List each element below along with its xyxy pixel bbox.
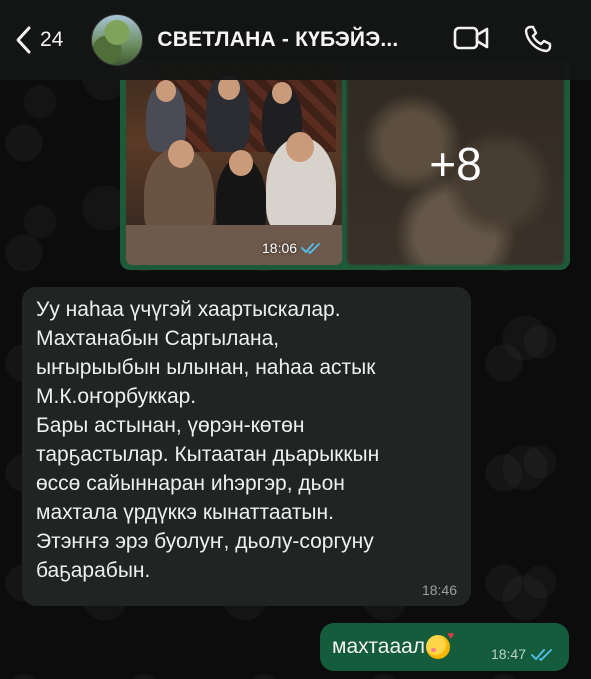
unread-count: 24 [40,28,64,51]
message-line: Махтанабын Саргылана, [36,327,280,350]
message-line: Уу наһаа үчүгэй хаартыскалар. [36,298,341,321]
chat-header: 24 СВЕТЛАНА - КҮБЭЙЭ... [0,0,591,80]
incoming-message-bubble[interactable]: Уу наһаа үчүгэй хаартыскалар. Махтанабын… [22,287,471,606]
message-line: тарҕастылар. Кытаатан дьарыккын [36,443,380,466]
message-line: Бары астынан, үөрэн-көтөн [36,414,305,437]
chevron-left-icon [16,26,31,54]
avatar[interactable] [91,14,144,66]
double-check-icon [301,243,320,254]
outgoing-message-bubble[interactable]: махтааал 18:47 [320,623,569,671]
back-button[interactable]: 24 [14,25,63,55]
more-photos-count[interactable]: +8 [347,62,564,265]
message-line: баҕарабын. [36,559,151,582]
outgoing-message-text: махтааал [332,635,426,658]
chat-title[interactable]: СВЕТЛАНА - КҮБЭЙЭ... [157,28,398,52]
message-line: өссө сайыннаран иһэргэр, дьон [36,472,345,495]
message-line: М.К.оҥорбуккар. [36,385,197,408]
outgoing-meta: 18:47 [491,646,553,662]
outgoing-timestamp: 18:47 [490,646,526,662]
double-check-icon [531,648,552,661]
message-line: махтала үрдүккэ кынаттаатын. [36,501,334,524]
incoming-timestamp: 18:46 [421,582,457,598]
phone-icon[interactable] [523,24,553,54]
media-timestamp: 18:06 [262,240,321,256]
smiling-face-with-hearts-icon [426,630,454,659]
message-line: Этэҥҥэ эрэ буолуҥ, дьолу-соргуну [36,530,374,553]
message-line: ыҥырыыбын ылынан, наһаа астык [36,356,376,379]
group-photo[interactable] [126,62,342,265]
video-call-icon[interactable] [453,24,489,52]
